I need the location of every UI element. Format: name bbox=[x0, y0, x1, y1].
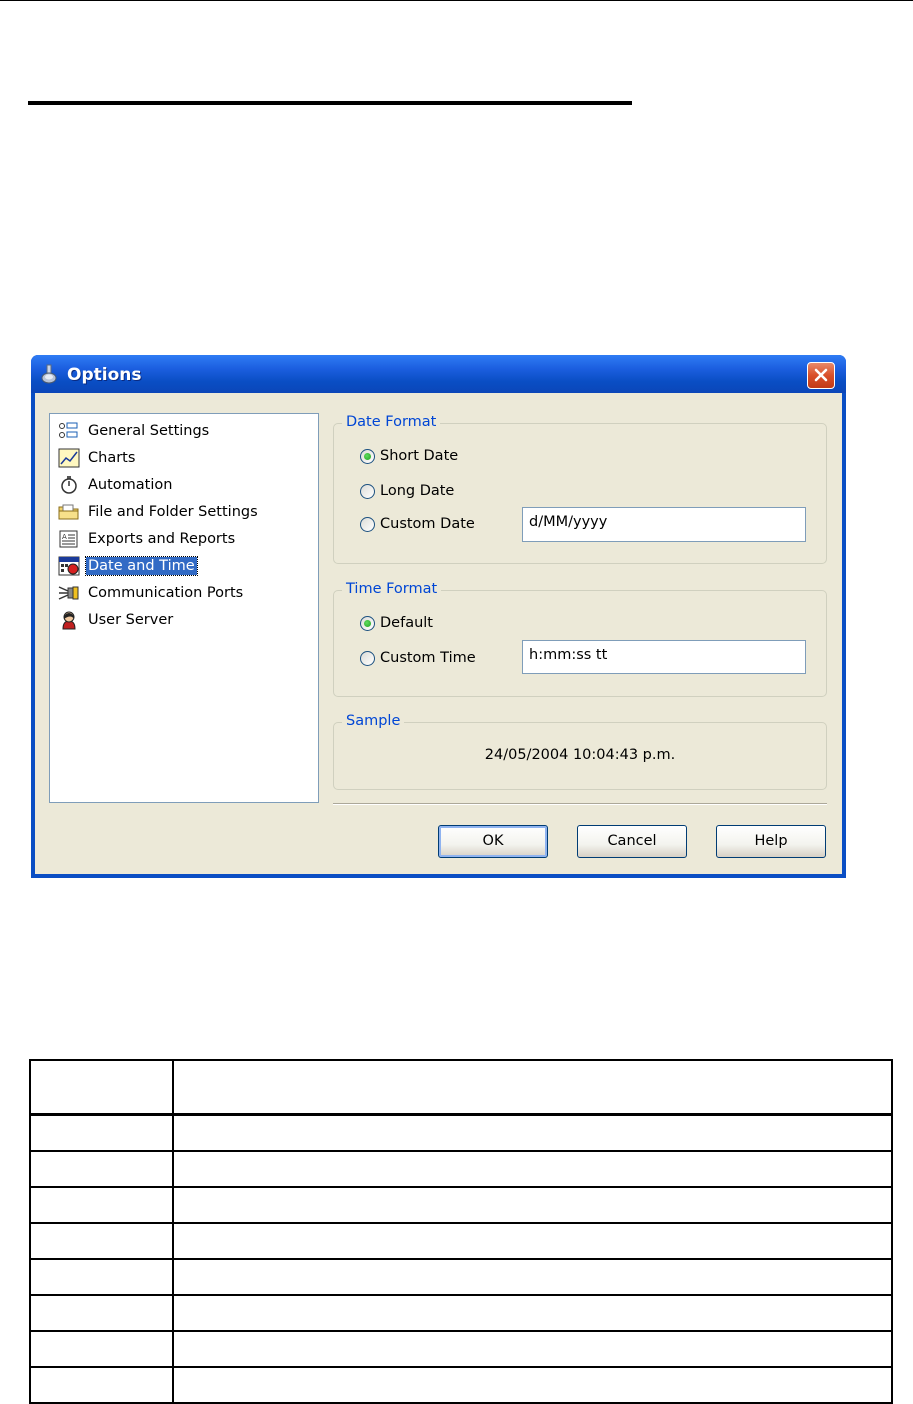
svg-text:A: A bbox=[62, 533, 67, 541]
folder-icon bbox=[58, 502, 80, 522]
sidebar-item-label: File and Folder Settings bbox=[88, 504, 258, 520]
radio-button[interactable] bbox=[360, 650, 375, 666]
table-cell bbox=[172, 1150, 893, 1188]
table-cell bbox=[172, 1186, 893, 1224]
user-icon bbox=[58, 610, 80, 630]
table-cell bbox=[172, 1330, 893, 1368]
cancel-button[interactable]: Cancel bbox=[577, 825, 687, 858]
report-icon: A bbox=[58, 529, 80, 549]
chart-icon bbox=[58, 448, 80, 468]
table-cell bbox=[29, 1222, 174, 1260]
port-icon bbox=[58, 583, 80, 603]
calendar-clock-icon bbox=[58, 556, 80, 576]
table-cell bbox=[29, 1150, 174, 1188]
sidebar-item-label: Charts bbox=[88, 450, 136, 466]
close-button[interactable] bbox=[807, 362, 835, 389]
table-cell bbox=[172, 1258, 893, 1296]
sidebar-item-communication-ports[interactable]: Communication Ports bbox=[58, 582, 245, 604]
options-app-icon bbox=[40, 364, 58, 384]
table-cell bbox=[29, 1059, 174, 1116]
title-bar[interactable]: Options bbox=[31, 355, 846, 393]
table-cell bbox=[172, 1222, 893, 1260]
options-dialog: Options General Settings Charts Automati… bbox=[31, 355, 846, 878]
stopwatch-icon bbox=[58, 475, 80, 495]
date-format-title: Date Format bbox=[342, 414, 441, 430]
date-format-group: Date Format Short Date Long Date Custom … bbox=[333, 414, 827, 564]
page-top-rule bbox=[0, 0, 913, 1]
table-cell bbox=[172, 1366, 893, 1404]
time-format-group: Time Format Default Custom Time h:mm:ss … bbox=[333, 581, 827, 697]
short-date-radio[interactable]: Short Date bbox=[360, 448, 458, 464]
sidebar-item-label: Automation bbox=[88, 477, 173, 493]
table-cell bbox=[29, 1366, 174, 1404]
sidebar-item-label: General Settings bbox=[88, 423, 210, 439]
radio-button[interactable] bbox=[360, 615, 375, 631]
custom-time-input[interactable]: h:mm:ss tt bbox=[522, 640, 806, 674]
radio-button[interactable] bbox=[360, 516, 375, 532]
options-category-list[interactable]: General Settings Charts Automation File … bbox=[49, 413, 319, 803]
sidebar-item-label: Communication Ports bbox=[88, 585, 244, 601]
sidebar-item-file-and-folder-settings[interactable]: File and Folder Settings bbox=[58, 501, 260, 523]
sidebar-item-user-server[interactable]: User Server bbox=[58, 609, 175, 631]
custom-time-radio[interactable]: Custom Time bbox=[360, 650, 476, 666]
table-row bbox=[29, 1330, 893, 1368]
sidebar-item-automation[interactable]: Automation bbox=[58, 474, 174, 496]
table-cell bbox=[29, 1113, 174, 1152]
heading-rule bbox=[28, 101, 632, 105]
settings-list-icon bbox=[58, 421, 80, 441]
table-row bbox=[29, 1150, 893, 1188]
sidebar-item-label: User Server bbox=[88, 612, 174, 628]
time-format-title: Time Format bbox=[342, 581, 442, 597]
short-date-label: Short Date bbox=[380, 448, 459, 464]
table-row bbox=[29, 1222, 893, 1260]
default-time-radio[interactable]: Default bbox=[360, 615, 433, 631]
radio-button[interactable] bbox=[360, 448, 375, 464]
sidebar-item-general-settings[interactable]: General Settings bbox=[58, 420, 211, 442]
table-cell bbox=[172, 1113, 893, 1152]
table-row bbox=[29, 1366, 893, 1404]
close-icon bbox=[814, 368, 828, 382]
table-row bbox=[29, 1258, 893, 1296]
table-header-row bbox=[29, 1059, 893, 1116]
document-table bbox=[29, 1059, 893, 1404]
sidebar-item-charts[interactable]: Charts bbox=[58, 447, 137, 469]
custom-time-label: Custom Time bbox=[380, 650, 476, 666]
sample-group: Sample 24/05/2004 10:04:43 p.m. bbox=[333, 713, 827, 790]
table-cell bbox=[29, 1186, 174, 1224]
custom-date-input[interactable]: d/MM/yyyy bbox=[522, 507, 806, 542]
sidebar-item-exports-and-reports[interactable]: A Exports and Reports bbox=[58, 528, 237, 550]
custom-date-radio[interactable]: Custom Date bbox=[360, 516, 475, 532]
dialog-title: Options bbox=[67, 365, 142, 385]
table-row bbox=[29, 1294, 893, 1332]
table-cell bbox=[29, 1330, 174, 1368]
sample-title: Sample bbox=[342, 713, 405, 729]
long-date-radio[interactable]: Long Date bbox=[360, 483, 454, 499]
sidebar-item-date-and-time[interactable]: Date and Time bbox=[58, 555, 198, 577]
sidebar-item-label: Date and Time bbox=[85, 556, 198, 576]
table-cell bbox=[29, 1258, 174, 1296]
default-time-label: Default bbox=[380, 615, 433, 631]
table-cell bbox=[172, 1294, 893, 1332]
table-cell bbox=[29, 1294, 174, 1332]
sample-value: 24/05/2004 10:04:43 p.m. bbox=[484, 747, 676, 763]
table-row bbox=[29, 1113, 893, 1152]
sidebar-item-label: Exports and Reports bbox=[88, 531, 236, 547]
help-button[interactable]: Help bbox=[716, 825, 826, 858]
ok-button[interactable]: OK bbox=[438, 825, 548, 858]
table-cell bbox=[172, 1059, 893, 1116]
custom-date-label: Custom Date bbox=[380, 516, 475, 532]
dialog-client-area: General Settings Charts Automation File … bbox=[35, 393, 842, 874]
long-date-label: Long Date bbox=[380, 483, 455, 499]
table-row bbox=[29, 1186, 893, 1224]
radio-button[interactable] bbox=[360, 483, 375, 499]
button-separator bbox=[333, 803, 827, 805]
